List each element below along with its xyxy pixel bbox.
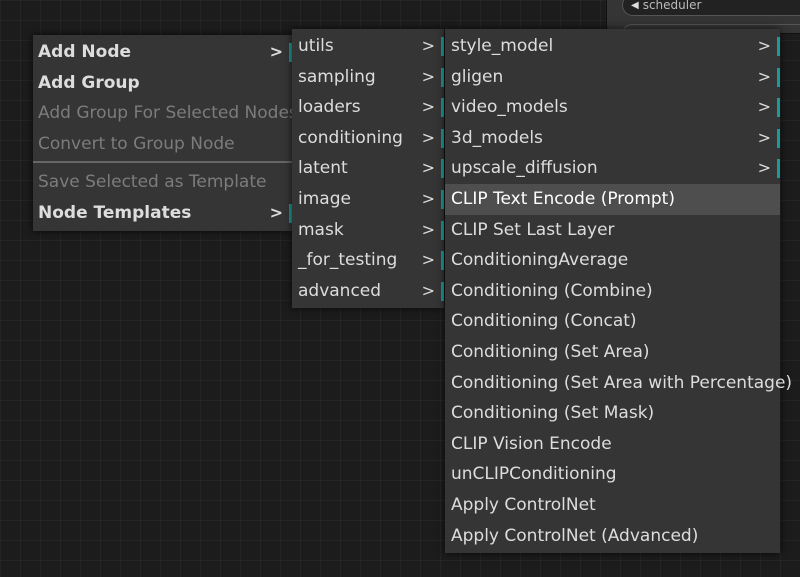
menu-item-save-selected-template: Save Selected as Template (33, 167, 292, 198)
node-item-conditioning-concat[interactable]: Conditioning (Concat) (445, 306, 780, 337)
menu-item-label: Conditioning (Set Area) (451, 341, 650, 362)
menu-item-label: Save Selected as Template (38, 172, 267, 193)
menu-item-label: Add Node (38, 42, 132, 62)
submenu-arrow-icon: > (757, 66, 771, 86)
menu-item-label: video_models (451, 97, 568, 118)
submenu-arrow-icon: > (421, 219, 435, 239)
menu-item-label: image (298, 188, 351, 209)
menu-item-label: Convert to Group Node (38, 133, 235, 154)
node-item-conditioning-combine[interactable]: Conditioning (Combine) (445, 276, 780, 307)
menu-item-label: upscale_diffusion (451, 158, 598, 179)
node-item-conditioning-average[interactable]: ConditioningAverage (445, 245, 780, 276)
submenu-arrow-icon: > (421, 280, 435, 300)
menu-item-add-node[interactable]: Add Node > (33, 37, 292, 68)
submenu-arrow-icon: > (757, 158, 771, 178)
menu-item-label: CLIP Set Last Layer (451, 219, 615, 240)
submenu-item-conditioning[interactable]: conditioning > (292, 123, 444, 154)
node-item-conditioning-set-area[interactable]: Conditioning (Set Area) (445, 337, 780, 368)
submenu-arrow-icon: > (421, 36, 435, 55)
submenu-item-upscale-diffusion[interactable]: upscale_diffusion > (445, 153, 780, 184)
menu-item-label: advanced (298, 280, 382, 301)
menu-item-label: mask (298, 219, 344, 240)
menu-item-label: Conditioning (Set Mask) (451, 403, 655, 424)
menu-separator (33, 161, 292, 164)
menu-item-label: latent (298, 158, 348, 179)
scheduler-widget-label: scheduler (642, 0, 702, 12)
submenu-item-loaders[interactable]: loaders > (292, 92, 444, 123)
node-item-conditioning-set-mask[interactable]: Conditioning (Set Mask) (445, 398, 780, 429)
menu-item-label: Conditioning (Combine) (451, 280, 653, 301)
submenu-arrow-icon: > (757, 97, 771, 117)
add-node-submenu: utils > sampling > loaders > conditionin… (292, 29, 444, 309)
submenu-item-advanced[interactable]: advanced > (292, 276, 444, 307)
node-item-clip-set-last-layer[interactable]: CLIP Set Last Layer (445, 215, 780, 246)
submenu-item-sampling[interactable]: sampling > (292, 62, 444, 93)
submenu-item-mask[interactable]: mask > (292, 215, 444, 246)
submenu-arrow-icon: > (421, 188, 435, 208)
menu-item-label: Add Group (38, 72, 140, 93)
scheduler-combo-widget[interactable]: ◀ scheduler (622, 0, 800, 16)
menu-item-label: CLIP Text Encode (Prompt) (451, 188, 675, 209)
node-item-clip-vision-encode[interactable]: CLIP Vision Encode (445, 429, 780, 460)
submenu-arrow-icon: > (757, 127, 771, 147)
canvas-context-menu: Add Node > Add Group Add Group For Selec… (33, 35, 298, 231)
menu-item-label: 3d_models (451, 127, 543, 148)
submenu-arrow-icon: > (421, 97, 435, 117)
submenu-item-video-models[interactable]: video_models > (445, 92, 780, 123)
submenu-item-latent[interactable]: latent > (292, 153, 444, 184)
submenu-arrow-icon: > (421, 127, 435, 147)
submenu-arrow-icon: > (421, 250, 435, 270)
menu-item-label: unCLIPConditioning (451, 464, 617, 485)
menu-item-label: Conditioning (Concat) (451, 311, 637, 332)
node-item-apply-controlnet[interactable]: Apply ControlNet (445, 490, 780, 521)
submenu-arrow-icon: > (269, 42, 283, 61)
submenu-item-gligen[interactable]: gligen > (445, 62, 780, 93)
menu-item-convert-to-group-node: Convert to Group Node (33, 129, 292, 160)
menu-item-node-templates[interactable]: Node Templates > (33, 198, 292, 229)
node-item-unclip-conditioning[interactable]: unCLIPConditioning (445, 459, 780, 490)
node-item-conditioning-set-area-percentage[interactable]: Conditioning (Set Area with Percentage) (445, 368, 792, 399)
menu-item-label: loaders (298, 97, 361, 118)
menu-item-label: sampling (298, 66, 376, 87)
menu-item-label: utils (298, 36, 334, 56)
menu-item-add-group-for-selected: Add Group For Selected Nodes (33, 98, 298, 129)
triangle-left-icon[interactable]: ◀ (631, 0, 639, 11)
submenu-item-3d-models[interactable]: 3d_models > (445, 123, 780, 154)
node-item-apply-controlnet-advanced[interactable]: Apply ControlNet (Advanced) (445, 521, 780, 552)
submenu-item-utils[interactable]: utils > (292, 31, 444, 62)
menu-item-label: style_model (451, 36, 554, 56)
submenu-arrow-icon: > (421, 158, 435, 178)
submenu-arrow-icon: > (421, 66, 435, 86)
submenu-item-for-testing[interactable]: _for_testing > (292, 245, 444, 276)
menu-item-add-group[interactable]: Add Group (33, 68, 292, 99)
menu-item-label: Add Group For Selected Nodes (38, 103, 298, 124)
node-item-clip-text-encode[interactable]: CLIP Text Encode (Prompt) (445, 183, 780, 215)
conditioning-submenu: style_model > gligen > video_models > 3d… (445, 29, 792, 554)
submenu-item-image[interactable]: image > (292, 184, 444, 215)
menu-item-label: conditioning (298, 127, 403, 148)
menu-item-label: gligen (451, 66, 504, 87)
menu-item-label: Apply ControlNet (Advanced) (451, 525, 699, 546)
submenu-item-style-model[interactable]: style_model > (445, 31, 780, 62)
menu-item-label: ConditioningAverage (451, 250, 629, 271)
menu-item-label: Apply ControlNet (451, 494, 596, 515)
menu-item-label: Conditioning (Set Area with Percentage) (451, 372, 793, 393)
menu-item-label: Node Templates (38, 202, 192, 223)
submenu-arrow-icon: > (269, 202, 283, 222)
menu-item-label: _for_testing (298, 250, 398, 271)
menu-item-label: CLIP Vision Encode (451, 433, 612, 454)
submenu-arrow-icon: > (757, 36, 771, 55)
